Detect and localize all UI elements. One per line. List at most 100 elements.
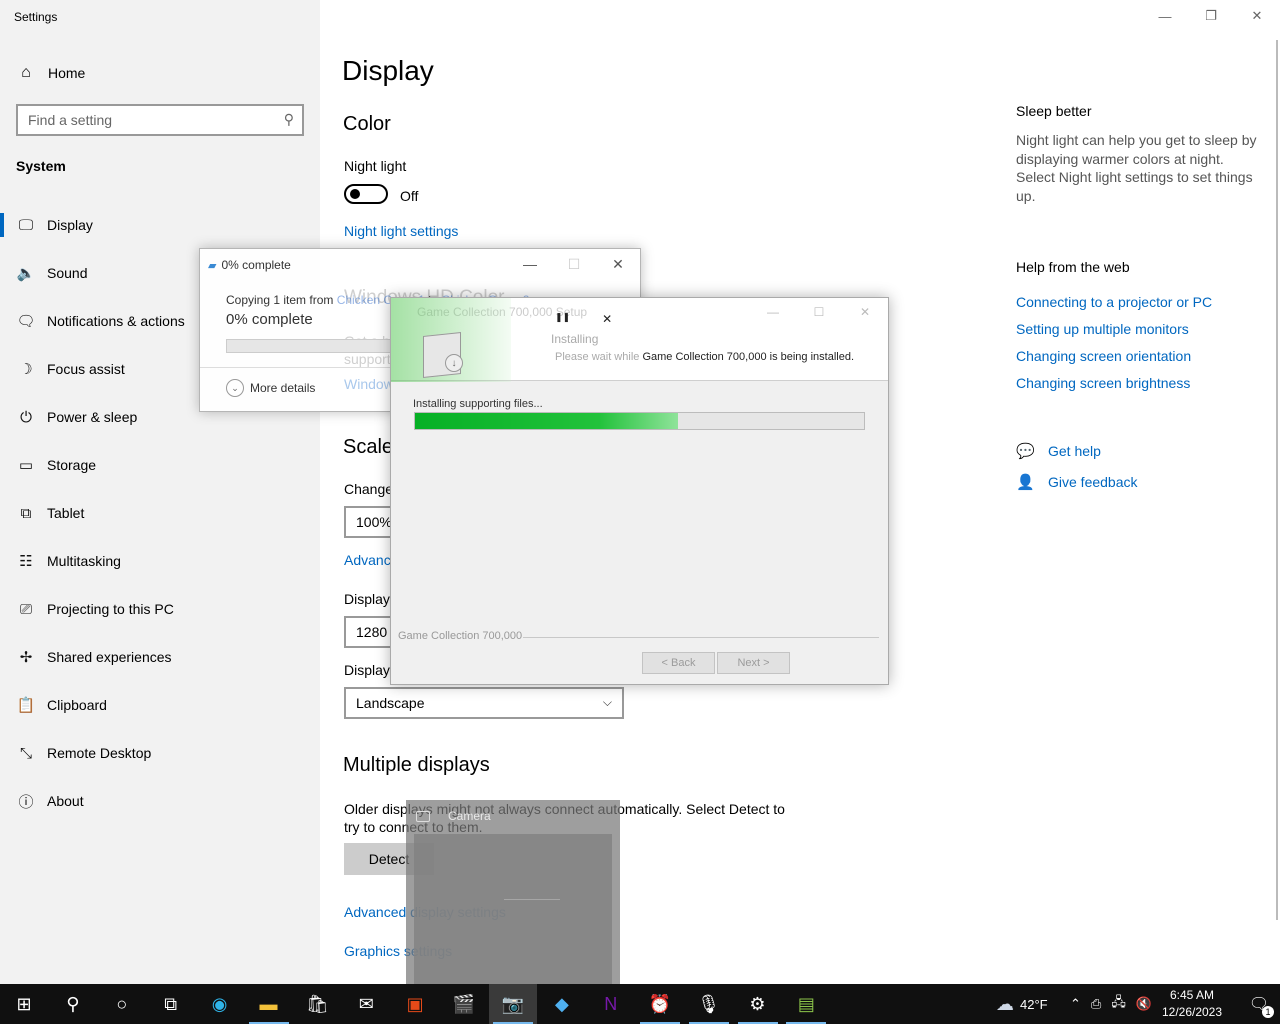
- windows-start-icon[interactable]: ⊞: [0, 984, 48, 1024]
- action-center-button[interactable]: 🗨 1: [1246, 992, 1274, 1018]
- system-tray: ⌃ ⎙ 🖧 🔇: [1070, 984, 1152, 1024]
- more-details-button[interactable]: ⌄ More details: [226, 379, 315, 397]
- ghost-link: Window: [344, 376, 394, 392]
- voice-recorder-icon[interactable]: 🎙: [685, 984, 733, 1024]
- alarms-icon[interactable]: ⏰: [636, 984, 684, 1024]
- edge-icon[interactable]: ◉: [196, 984, 244, 1024]
- setup-installer-icon[interactable]: ▤: [782, 984, 830, 1024]
- search-box[interactable]: ⚲: [16, 104, 304, 136]
- help-link[interactable]: Connecting to a projector or PC: [1016, 294, 1212, 310]
- meet-now-icon[interactable]: ⎙: [1091, 996, 1101, 1012]
- sidebar-item-remote-desktop[interactable]: ⤡ Remote Desktop: [0, 729, 320, 777]
- camera-title: Camera: [448, 809, 491, 823]
- help-link[interactable]: Changing screen orientation: [1016, 348, 1191, 364]
- taskbar: ⊞ ⚲ ○ ⧉ ◉ ▬ 🛍 ✉ ▣ 🎬 📷 ◆ N ⏰ 🎙 ⚙ ▤ ☁ 42°F ⌃ ⎙ 🖧 🔇 6:45 AM…: [0, 984, 1280, 1024]
- maps-icon[interactable]: ◆: [538, 984, 586, 1024]
- camera-icon: [416, 810, 430, 822]
- scale-heading: Scale: [343, 436, 394, 458]
- sidebar-item-projecting-to-this-pc[interactable]: ⎚ Projecting to this PC: [0, 585, 320, 633]
- cortana-icon[interactable]: ○: [98, 984, 146, 1024]
- sidebar-item-label: Remote Desktop: [47, 745, 152, 761]
- multitasking-icon: ☷: [19, 553, 33, 570]
- sidebar-item-label: Sound: [47, 265, 88, 281]
- page-title: Display: [342, 55, 434, 86]
- clapper-icon[interactable]: 🎬: [440, 984, 488, 1024]
- moon-icon: ☽: [19, 361, 33, 378]
- sidebar-item-display[interactable]: 🖵 Display: [0, 201, 320, 249]
- remote-icon: ⤡: [19, 744, 32, 762]
- help-link[interactable]: Setting up multiple monitors: [1016, 321, 1189, 337]
- camera-icon[interactable]: 📷: [489, 984, 537, 1024]
- sidebar-item-label: Focus assist: [47, 361, 125, 377]
- settings-icon[interactable]: ⚙: [734, 984, 782, 1024]
- night-light-toggle[interactable]: [344, 184, 388, 204]
- more-details-label: More details: [250, 381, 316, 395]
- office-icon[interactable]: ▣: [391, 984, 439, 1024]
- copy-dialog-title-text: 0% complete: [221, 258, 291, 272]
- sidebar-item-tablet[interactable]: ⧉ Tablet: [0, 489, 320, 537]
- store-icon[interactable]: 🛍: [293, 984, 341, 1024]
- mail-icon[interactable]: ✉: [342, 984, 390, 1024]
- install-progress-fill: [415, 413, 679, 429]
- give-feedback-label: Give feedback: [1048, 474, 1138, 490]
- sidebar-item-storage[interactable]: ▭ Storage: [0, 441, 320, 489]
- weather-temp: 42°F: [1020, 996, 1048, 1012]
- cloud-icon: ☁: [996, 993, 1014, 1014]
- give-feedback-link[interactable]: 👤 Give feedback: [1016, 473, 1138, 491]
- search-icon[interactable]: ⚲: [49, 984, 97, 1024]
- get-help-link[interactable]: 💬 Get help: [1016, 442, 1101, 460]
- sidebar-item-clipboard[interactable]: 📋 Clipboard: [0, 681, 320, 729]
- sidebar-item-home[interactable]: ⌂ Home: [0, 56, 320, 90]
- close-icon[interactable]: ✕: [602, 312, 612, 326]
- copy-pause-controls: ❚❚ ✕: [555, 312, 612, 326]
- sidebar-item-about[interactable]: ⓘ About: [0, 777, 320, 825]
- multiple-displays-heading: Multiple displays: [343, 754, 490, 776]
- advanced-scaling-link[interactable]: Advanc: [344, 552, 391, 568]
- sidebar-item-label: Storage: [47, 457, 97, 473]
- sidebar-item-multitasking[interactable]: ☷ Multitasking: [0, 537, 320, 585]
- search-icon[interactable]: ⚲: [284, 111, 294, 128]
- camera-window[interactable]: Camera: [406, 800, 620, 984]
- orientation-dropdown[interactable]: Landscape ⌵: [344, 687, 624, 719]
- minimize-button[interactable]: —: [750, 298, 796, 326]
- sidebar-item-shared-experiences[interactable]: ✢ Shared experiences: [0, 633, 320, 681]
- back-button[interactable]: < Back: [642, 652, 715, 674]
- notification-icon: 🗨: [16, 313, 36, 330]
- chevron-down-icon: ⌄: [226, 379, 244, 397]
- ghost-text: support: [344, 351, 391, 367]
- file-explorer-icon[interactable]: ▬: [245, 984, 293, 1024]
- pause-icon[interactable]: ❚❚: [555, 312, 570, 326]
- projector-icon: ⎚: [19, 600, 32, 618]
- next-button[interactable]: Next >: [717, 652, 790, 674]
- color-heading: Color: [343, 113, 391, 135]
- chevron-down-icon: ⌵: [602, 695, 612, 709]
- close-button[interactable]: ✕: [596, 249, 640, 279]
- installing-heading: Installing: [551, 332, 599, 346]
- copy-percent: 0% complete: [226, 311, 313, 328]
- help-link[interactable]: Changing screen brightness: [1016, 375, 1190, 391]
- task-view-icon[interactable]: ⧉: [147, 984, 195, 1024]
- share-icon: ✢: [19, 649, 33, 666]
- maximize-button: ☐: [567, 255, 581, 272]
- camera-titlebar: Camera: [416, 809, 491, 823]
- volume-muted-icon[interactable]: 🔇: [1136, 996, 1152, 1012]
- setup-dialog: Game Collection 700,000 Setup — ☐ ✕ ↓ ❚❚…: [390, 297, 889, 685]
- help-heading: Help from the web: [1016, 259, 1130, 275]
- installing-subtitle: Please wait while Game Collection 700,00…: [555, 351, 854, 363]
- chevron-up-icon[interactable]: ⌃: [1070, 996, 1081, 1012]
- night-light-label: Night light: [344, 158, 407, 174]
- onenote-icon[interactable]: N: [587, 984, 635, 1024]
- orientation-label: Display: [344, 662, 390, 678]
- get-help-label: Get help: [1048, 443, 1101, 459]
- weather-widget[interactable]: ☁ 42°F: [996, 984, 1048, 1024]
- network-icon[interactable]: 🖧: [1111, 993, 1126, 1015]
- minimize-button[interactable]: —: [508, 249, 552, 279]
- app-title: Settings: [14, 10, 58, 24]
- night-light-state: Off: [400, 188, 419, 204]
- scrollbar[interactable]: [1276, 40, 1278, 920]
- close-button[interactable]: ✕: [842, 298, 888, 326]
- night-light-settings-link[interactable]: Night light settings: [344, 223, 458, 239]
- scale-value: 100%: [356, 514, 392, 530]
- search-input[interactable]: [18, 106, 268, 134]
- clock[interactable]: 6:45 AM 12/26/2023: [1158, 987, 1226, 1021]
